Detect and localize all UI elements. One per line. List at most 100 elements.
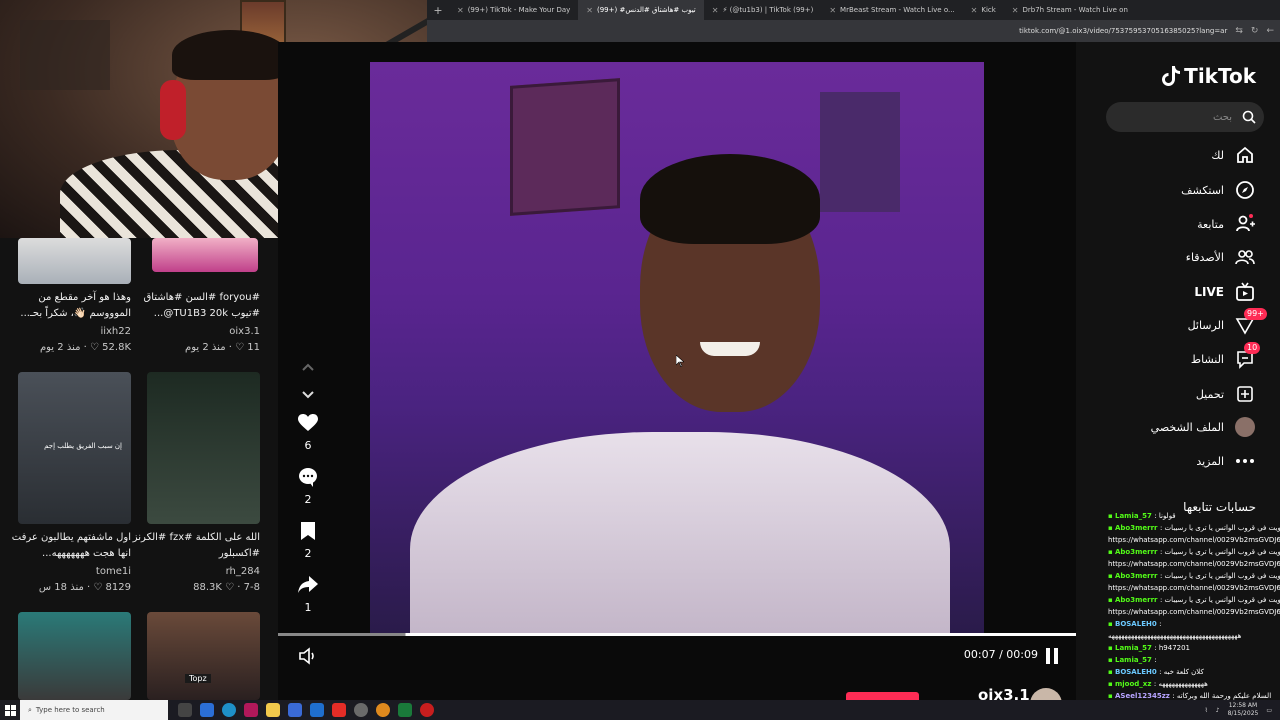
share-icon[interactable]: [296, 573, 320, 597]
outlook-icon[interactable]: [310, 703, 324, 717]
chat-username[interactable]: mjood_xz: [1115, 680, 1154, 688]
youtube-icon[interactable]: [332, 703, 346, 717]
nav-item-upload[interactable]: تحميل: [1116, 379, 1256, 409]
volume-icon[interactable]: [298, 646, 318, 666]
chat-username[interactable]: BOSALEH0: [1115, 620, 1159, 628]
back-icon[interactable]: ←: [1266, 26, 1274, 36]
store-icon[interactable]: [288, 703, 302, 717]
notification-icon[interactable]: ▭: [1266, 707, 1272, 714]
nav-item-activity[interactable]: النشاط 10: [1116, 342, 1261, 374]
chat-username[interactable]: ASeel12345zz: [1115, 692, 1172, 700]
video-progress-bar[interactable]: [278, 633, 1076, 636]
chat-username[interactable]: Lamia_57: [1115, 512, 1154, 520]
close-icon[interactable]: ✕: [586, 6, 593, 15]
video-caption[interactable]: #foryou #السن #هاشتاق #تيوب TU1B3 20k@..…: [130, 290, 260, 322]
chat-username[interactable]: Abo3merrr: [1115, 548, 1160, 556]
chevron-down-icon[interactable]: [296, 383, 320, 407]
nav-item-for-you[interactable]: لك: [1116, 140, 1256, 170]
video-thumbnail[interactable]: [152, 238, 258, 272]
video-thumbnail[interactable]: Topz: [147, 612, 260, 700]
nav-item-following[interactable]: متابعة: [1116, 209, 1256, 239]
video-thumbnail[interactable]: [18, 612, 131, 700]
video-author[interactable]: rh_284: [130, 566, 260, 577]
firefox-icon[interactable]: [376, 703, 390, 717]
close-icon[interactable]: ✕: [971, 6, 978, 15]
logo-text: TikTok: [1184, 64, 1256, 88]
new-tab-button[interactable]: +: [427, 4, 449, 17]
chat-text: : وجد تصويت في قروب الواتس يا ترى يا رسي…: [1159, 524, 1280, 532]
chrome-icon[interactable]: [354, 703, 368, 717]
search-input[interactable]: بحث: [1106, 102, 1264, 132]
video-thumbnail[interactable]: [18, 238, 131, 284]
copilot-icon[interactable]: [200, 703, 214, 717]
pause-icon[interactable]: [1044, 647, 1060, 665]
chat-username[interactable]: Abo3merrr: [1115, 596, 1160, 604]
nav-item-live[interactable]: LIVE: [1116, 277, 1256, 307]
video-author[interactable]: oix3.1: [130, 326, 260, 337]
video-author[interactable]: tome1i: [1, 566, 131, 577]
obs-icon[interactable]: [420, 703, 434, 717]
excel-icon[interactable]: [398, 703, 412, 717]
chat-message: ▪ Abo3merrr : وجد تصويت في قروب الواتس ي…: [1108, 594, 1280, 606]
browser-tab[interactable]: ✕ Kick: [963, 0, 1004, 20]
browser-tab[interactable]: ✕ (99+) TikTok - Make Your Day: [449, 0, 578, 20]
close-icon[interactable]: ✕: [829, 6, 836, 15]
address-bar[interactable]: tiktok.com/@1.oix3/video/753759537051638…: [427, 20, 1280, 42]
video-caption[interactable]: الله على الكلمة #fzx #الكرنز #اكسبلور: [130, 530, 260, 562]
webcam-person-hair: [172, 30, 288, 80]
app-icon[interactable]: [244, 703, 258, 717]
close-icon[interactable]: ✕: [712, 6, 719, 15]
volume-icon[interactable]: ♪: [1216, 707, 1220, 714]
refresh-icon[interactable]: ↻: [1251, 26, 1259, 36]
nav-item-messages[interactable]: الرسائل 99+: [1116, 308, 1267, 340]
nav-item-more[interactable]: المزيد: [1116, 446, 1256, 476]
chat-username[interactable]: BOSALEH0: [1115, 668, 1159, 676]
chat-username[interactable]: Lamia_57: [1115, 656, 1154, 664]
browser-tab[interactable]: ✕ MrBeast Stream - Watch Live o...: [821, 0, 962, 20]
video-author[interactable]: iixh22: [1, 326, 131, 337]
heart-icon[interactable]: [296, 411, 320, 435]
task-view-icon[interactable]: [178, 703, 192, 717]
video-thumbnail[interactable]: [147, 372, 260, 524]
bookmark-icon[interactable]: [296, 519, 320, 543]
video-caption[interactable]: وهذا هو آخر مقطع من الموووسم 👋🏻، شكراً ب…: [1, 290, 131, 322]
video-wall-poster: [510, 78, 620, 216]
browser-tab-active[interactable]: ✕ (99+) #تيوب #هاشتاق #الدنس: [578, 0, 704, 20]
taskbar-search-input[interactable]: ⌕ Type here to search: [20, 700, 168, 720]
tab-title: MrBeast Stream - Watch Live o...: [840, 6, 955, 14]
chat-text: : وجد تصويت في قروب الواتس يا ترى يا رسي…: [1159, 572, 1280, 580]
like-count: 11: [247, 342, 260, 353]
chat-username[interactable]: Lamia_57: [1115, 644, 1154, 652]
video-thumbnail[interactable]: إن سبب الفريق يطلب إجم: [18, 372, 131, 524]
close-icon[interactable]: ✕: [1012, 6, 1019, 15]
file-explorer-icon[interactable]: [266, 703, 280, 717]
browser-tab[interactable]: ✕ Drb7h Stream - Watch Live on: [1004, 0, 1136, 20]
chevron-up-icon[interactable]: [296, 355, 320, 379]
chat-text: https://whatsapp.com/channel/0029Vb2msGV…: [1108, 560, 1280, 568]
comment-icon[interactable]: [296, 465, 320, 489]
video-person-smile: [700, 342, 760, 356]
browser-tab[interactable]: ✕ ⚡ (@tu1b3) | TikTok (99+): [704, 0, 822, 20]
edge-icon[interactable]: [222, 703, 236, 717]
nav-item-label: متابعة: [1197, 217, 1224, 231]
video-meta: 11 ♡ · منذ 2 يوم: [185, 342, 260, 353]
close-icon[interactable]: ✕: [457, 6, 464, 15]
share-icon[interactable]: ⇆: [1235, 26, 1243, 36]
system-clock[interactable]: 12:58 AM 8/15/2025: [1228, 702, 1259, 718]
friends-icon: [1234, 246, 1256, 268]
chat-message: ▪ Lamia_57 : قولونا: [1108, 510, 1280, 522]
nav-item-explore[interactable]: استكشف: [1116, 175, 1256, 205]
nav-item-friends[interactable]: الأصدقاء: [1116, 242, 1256, 272]
windows-start-button[interactable]: [0, 700, 20, 720]
video-caption[interactable]: اول ماشفتهم يطالبون عرفت انها هجت هههههه…: [1, 530, 131, 562]
search-icon[interactable]: [1242, 110, 1256, 124]
compass-icon: [1234, 179, 1256, 201]
network-icon[interactable]: ⌇: [1205, 707, 1208, 714]
nav-item-profile[interactable]: الملف الشخصي: [1116, 412, 1256, 442]
chat-username[interactable]: Abo3merrr: [1115, 572, 1160, 580]
url-text[interactable]: tiktok.com/@1.oix3/video/753759537051638…: [1019, 27, 1227, 35]
tiktok-logo[interactable]: TikTok: [1162, 64, 1256, 88]
upload-icon: [1234, 383, 1256, 405]
video-frame[interactable]: [370, 62, 984, 634]
chat-username[interactable]: Abo3merrr: [1115, 524, 1160, 532]
